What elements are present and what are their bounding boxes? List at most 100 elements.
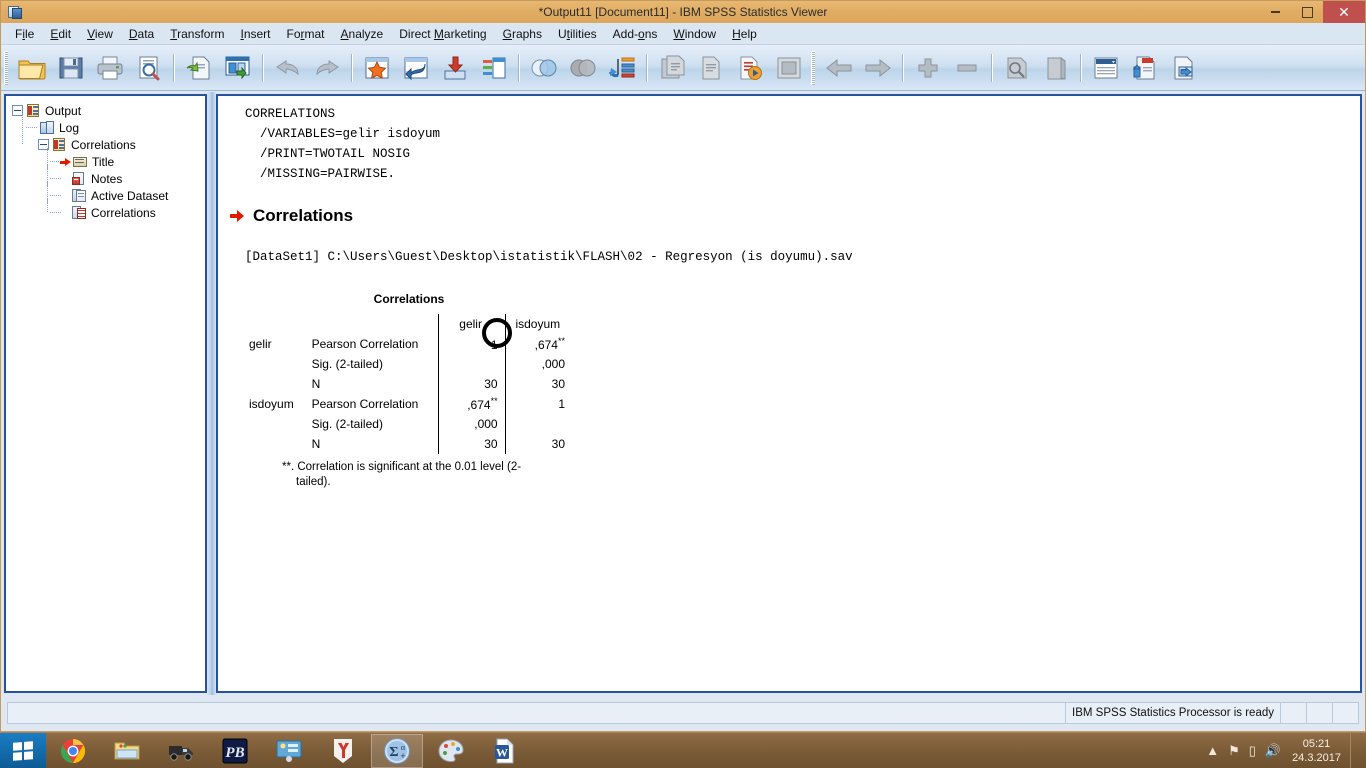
tree-node-output[interactable]: Output <box>12 102 201 119</box>
taskbar-item-utility-app[interactable] <box>263 734 315 768</box>
print-preview-icon[interactable] <box>129 48 168 88</box>
undo-icon[interactable] <box>268 48 307 88</box>
menu-view[interactable]: View <box>79 24 121 44</box>
window-titlebar[interactable]: *Output11 [Document11] - IBM SPSS Statis… <box>1 1 1365 23</box>
maximize-button[interactable] <box>1291 1 1323 23</box>
forward-icon[interactable] <box>858 48 897 88</box>
tree-node-notes[interactable]: Notes <box>12 165 201 187</box>
taskbar-item-word[interactable]: W <box>479 734 531 768</box>
split-file-icon[interactable] <box>602 48 641 88</box>
table-row[interactable]: N 30 30 <box>244 374 572 394</box>
demote-icon[interactable] <box>947 48 986 88</box>
expand-icon[interactable] <box>1036 48 1075 88</box>
print-icon[interactable] <box>90 48 129 88</box>
title-icon <box>73 155 88 169</box>
open-file-icon[interactable] <box>12 48 51 88</box>
table-row[interactable]: Sig. (2-tailed) ,000 <box>244 354 572 374</box>
close-button[interactable]: ✕ <box>1323 1 1365 23</box>
tree-label-log: Log <box>59 120 80 135</box>
cell-gelir-gelir-sig[interactable] <box>437 354 506 374</box>
correlations-table-wrapper[interactable]: Correlations gelir isdoyum gelir Pearson… <box>244 292 574 490</box>
menu-file[interactable]: File <box>7 24 42 44</box>
taskbar-item-spss[interactable]: Σ α + <box>371 733 423 768</box>
run-descriptives-icon[interactable] <box>524 48 563 88</box>
promote-icon[interactable] <box>908 48 947 88</box>
toolbar-grip[interactable] <box>4 50 8 85</box>
collapse-icon[interactable] <box>997 48 1036 88</box>
tree-node-active-dataset[interactable]: Active Dataset <box>12 182 201 204</box>
tree-node-correlations-table[interactable]: Correlations <box>12 199 201 221</box>
menu-insert[interactable]: Insert <box>232 24 278 44</box>
redo-icon[interactable] <box>307 48 346 88</box>
weight-cases-icon[interactable] <box>652 48 691 88</box>
cell-gelir-gelir-n[interactable]: 30 <box>437 374 506 394</box>
tree-node-correlations-group[interactable]: Correlations <box>12 127 201 153</box>
show-desktop-button[interactable] <box>1350 732 1358 768</box>
pane-splitter[interactable] <box>207 92 216 695</box>
show-hide-icon[interactable] <box>1086 48 1125 88</box>
window-controls: ✕ <box>1259 1 1365 23</box>
cell-gelir-isdoyum-n[interactable]: 30 <box>504 374 572 394</box>
output-pane[interactable]: CORRELATIONS /VARIABLES=gelir isdoyum /P… <box>216 94 1362 693</box>
insert-title-icon[interactable] <box>1125 48 1164 88</box>
taskbar-item-truck-app[interactable] <box>155 734 207 768</box>
toolbar-grip-2[interactable] <box>811 50 815 85</box>
menu-graphs[interactable]: Graphs <box>495 24 550 44</box>
back-icon[interactable] <box>819 48 858 88</box>
minimize-button[interactable] <box>1259 1 1291 23</box>
export-icon[interactable] <box>179 48 218 88</box>
windows-start-icon[interactable] <box>0 732 46 768</box>
cell-gelir-isdoyum-sig[interactable]: ,000 <box>504 354 572 374</box>
cell-isdoyum-isdoyum-n[interactable]: 30 <box>504 434 572 454</box>
tree-node-log[interactable]: Log <box>12 115 201 136</box>
cell-isdoyum-isdoyum-sig[interactable] <box>504 414 572 434</box>
table-row[interactable]: gelir Pearson Correlation 1 ,674** <box>244 334 572 354</box>
action-center-icon[interactable]: ⚑ <box>1228 744 1240 757</box>
cell-gelir-isdoyum-pearson[interactable]: ,674** <box>504 334 572 354</box>
cell-isdoyum-gelir-sig[interactable]: ,000 <box>437 414 506 434</box>
goto-data-icon[interactable] <box>357 48 396 88</box>
insert-data-icon[interactable] <box>435 48 474 88</box>
row-stat-label: Pearson Correlation <box>311 337 419 351</box>
use-sets-icon[interactable] <box>730 48 769 88</box>
section-header[interactable]: Correlations <box>230 206 1360 226</box>
show-hidden-icons-icon[interactable]: ▲ <box>1206 744 1219 757</box>
menu-utilities[interactable]: Utilities <box>550 24 605 44</box>
row-stat-label: Sig. (2-tailed) <box>311 417 383 431</box>
menu-transform[interactable]: Transform <box>162 24 232 44</box>
taskbar-item-chrome[interactable] <box>47 734 99 768</box>
table-row[interactable]: N 30 30 <box>244 434 572 454</box>
dialog-recall-icon[interactable] <box>218 48 257 88</box>
show-all-icon[interactable] <box>769 48 808 88</box>
menu-data[interactable]: Data <box>121 24 162 44</box>
menu-format[interactable]: Format <box>279 24 333 44</box>
variables-icon[interactable] <box>474 48 513 88</box>
taskbar-item-yandex[interactable] <box>317 734 369 768</box>
taskbar-clock[interactable]: 05:21 24.3.2017 <box>1290 737 1341 765</box>
menu-direct-marketing[interactable]: Direct Marketing <box>391 24 494 44</box>
cell-isdoyum-gelir-n[interactable]: 30 <box>437 434 506 454</box>
menu-help[interactable]: Help <box>724 24 765 44</box>
insert-text-icon[interactable] <box>1164 48 1203 88</box>
taskbar-item-pb-app[interactable]: PB <box>209 734 261 768</box>
outline-pane[interactable]: Output Log Correlations Title Notes Acti… <box>4 94 207 693</box>
correlations-table[interactable]: gelir isdoyum gelir Pearson Correlation … <box>244 314 572 454</box>
menu-window[interactable]: Window <box>665 24 724 44</box>
battery-icon[interactable]: ▯ <box>1249 744 1256 757</box>
taskbar-item-paint[interactable] <box>425 734 477 768</box>
menu-edit[interactable]: Edit <box>42 24 79 44</box>
table-row[interactable]: isdoyum Pearson Correlation ,674** 1 <box>244 394 572 414</box>
menu-add-ons[interactable]: Add-ons <box>605 24 666 44</box>
tree-node-title[interactable]: Title <box>12 148 201 170</box>
cell-isdoyum-gelir-pearson[interactable]: ,674** <box>437 394 506 414</box>
goto-case-icon[interactable] <box>396 48 435 88</box>
taskbar-item-file-explorer[interactable] <box>101 734 153 768</box>
save-file-icon[interactable] <box>51 48 90 88</box>
cell-isdoyum-isdoyum-pearson[interactable]: 1 <box>504 394 572 414</box>
volume-icon[interactable]: 🔊 <box>1265 744 1281 757</box>
cell-gelir-gelir-pearson[interactable]: 1 <box>437 334 506 354</box>
value-labels-icon[interactable] <box>691 48 730 88</box>
table-row[interactable]: Sig. (2-tailed) ,000 <box>244 414 572 434</box>
select-cases-icon[interactable] <box>563 48 602 88</box>
menu-analyze[interactable]: Analyze <box>333 24 392 44</box>
